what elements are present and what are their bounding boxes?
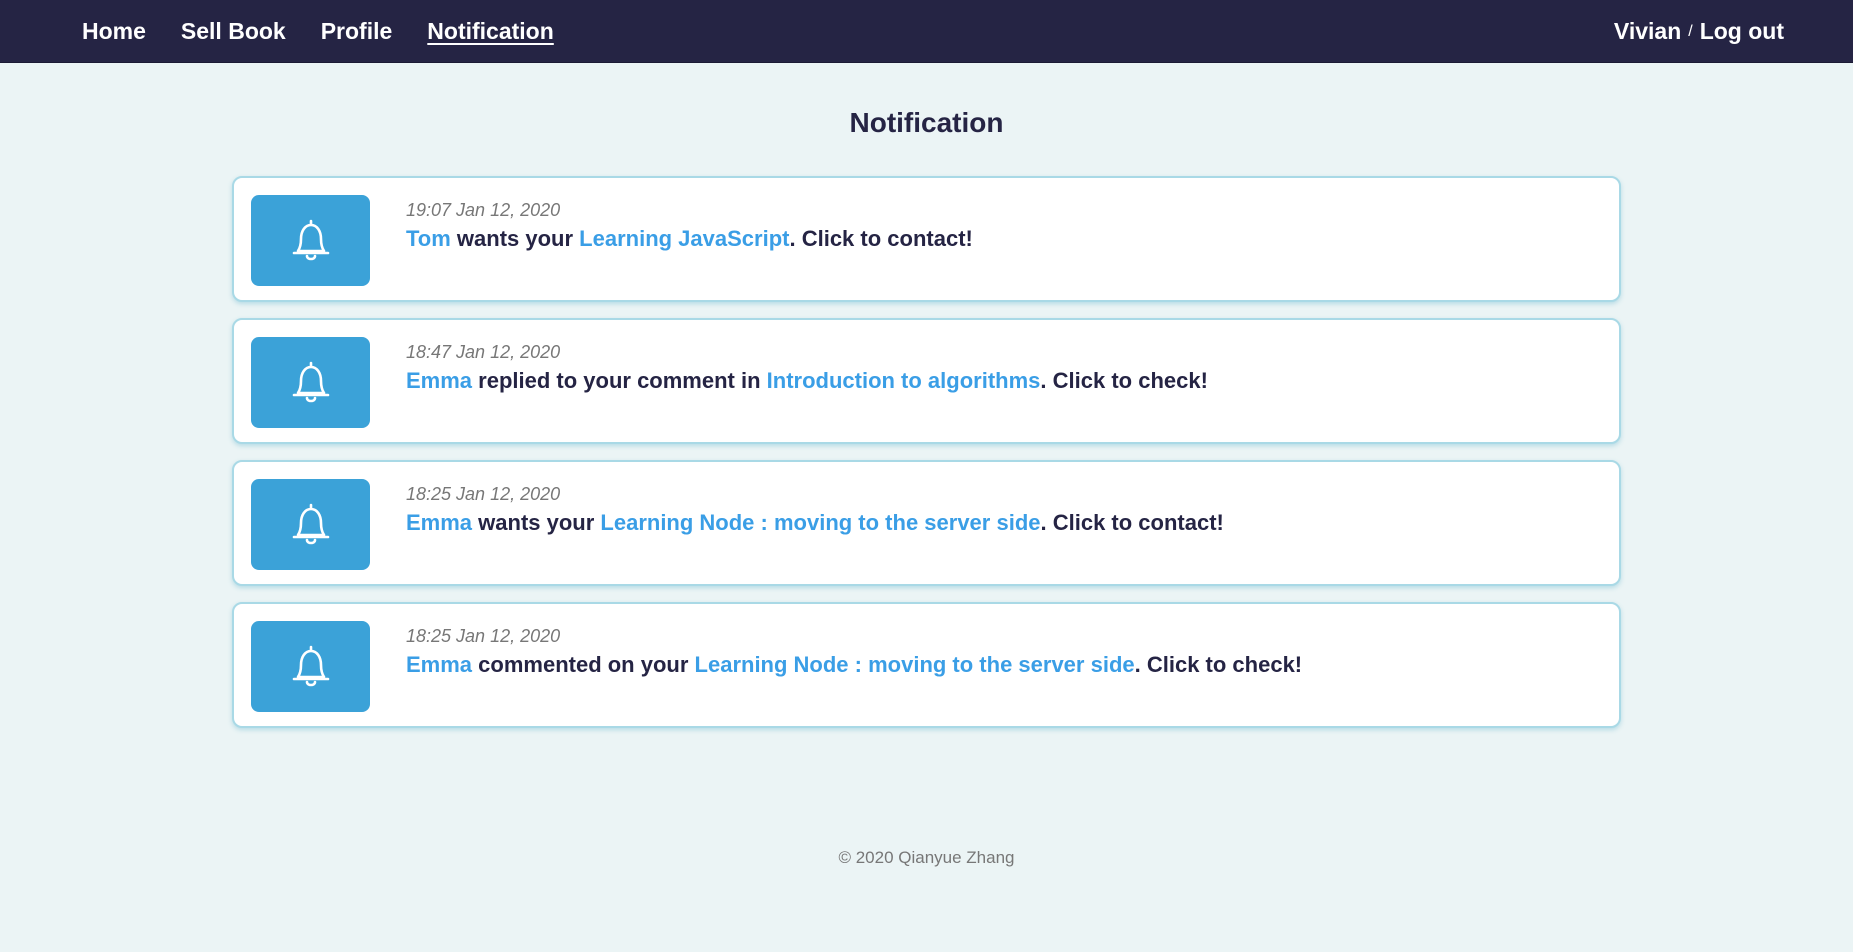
bell-icon — [251, 195, 370, 286]
notification-card[interactable]: 18:25 Jan 12, 2020 Emma wants your Learn… — [232, 460, 1621, 586]
book-link[interactable]: Learning JavaScript — [579, 226, 789, 251]
nav-link-notification[interactable]: Notification — [427, 18, 554, 45]
nav-link-profile[interactable]: Profile — [321, 18, 393, 45]
book-link[interactable]: Introduction to algorithms — [767, 368, 1041, 393]
notification-time: 18:25 Jan 12, 2020 — [406, 484, 561, 504]
notification-body: 18:25 Jan 12, 2020 Emma wants your Learn… — [406, 479, 1224, 538]
bell-icon — [251, 479, 370, 570]
actor-link[interactable]: Emma — [406, 510, 472, 535]
notification-message: Emma commented on your Learning Node : m… — [406, 650, 1302, 680]
notification-card[interactable]: 19:07 Jan 12, 2020 Tom wants your Learni… — [232, 176, 1621, 302]
nav-links: Home Sell Book Profile Notification — [82, 18, 589, 45]
notification-card[interactable]: 18:25 Jan 12, 2020 Emma commented on you… — [232, 602, 1621, 728]
actor-link[interactable]: Emma — [406, 368, 472, 393]
username-link[interactable]: Vivian — [1614, 18, 1681, 45]
notification-message: Emma wants your Learning Node : moving t… — [406, 508, 1224, 538]
notification-body: 18:47 Jan 12, 2020 Emma replied to your … — [406, 337, 1208, 396]
notification-list: 19:07 Jan 12, 2020 Tom wants your Learni… — [232, 176, 1621, 728]
message-tail: . Click to check! — [1134, 652, 1303, 677]
nav-link-home[interactable]: Home — [82, 18, 146, 45]
notification-time: 19:07 Jan 12, 2020 — [406, 200, 561, 220]
notification-message: Emma replied to your comment in Introduc… — [406, 366, 1208, 396]
message-tail: . Click to contact! — [789, 226, 973, 251]
nav-user-area: Vivian / Log out — [1614, 18, 1784, 45]
message-text: wants your — [450, 226, 580, 251]
notification-body: 18:25 Jan 12, 2020 Emma commented on you… — [406, 621, 1302, 680]
nav-link-sell-book[interactable]: Sell Book — [181, 18, 286, 45]
message-text: commented on your — [472, 652, 695, 677]
book-link[interactable]: Learning Node : moving to the server sid… — [695, 652, 1135, 677]
logout-link[interactable]: Log out — [1700, 18, 1784, 45]
bell-icon — [251, 621, 370, 712]
message-tail: . Click to check! — [1040, 368, 1208, 393]
message-text: wants your — [472, 510, 601, 535]
actor-link[interactable]: Tom — [406, 226, 451, 251]
footer-copyright: © 2020 Qianyue Zhang — [838, 848, 1015, 867]
actor-link[interactable]: Emma — [406, 652, 472, 677]
notification-body: 19:07 Jan 12, 2020 Tom wants your Learni… — [406, 195, 973, 254]
notification-time: 18:47 Jan 12, 2020 — [406, 342, 561, 362]
message-tail: . Click to contact! — [1040, 510, 1224, 535]
book-link[interactable]: Learning Node : moving to the server sid… — [600, 510, 1040, 535]
top-navbar: Home Sell Book Profile Notification Vivi… — [0, 0, 1853, 63]
page-title: Notification — [849, 107, 1004, 138]
message-text: replied to your comment in — [472, 368, 767, 393]
bell-icon — [251, 337, 370, 428]
notification-message: Tom wants your Learning JavaScript. Clic… — [406, 224, 973, 254]
nav-separator: / — [1688, 23, 1693, 40]
notification-time: 18:25 Jan 12, 2020 — [406, 626, 561, 646]
notification-card[interactable]: 18:47 Jan 12, 2020 Emma replied to your … — [232, 318, 1621, 444]
